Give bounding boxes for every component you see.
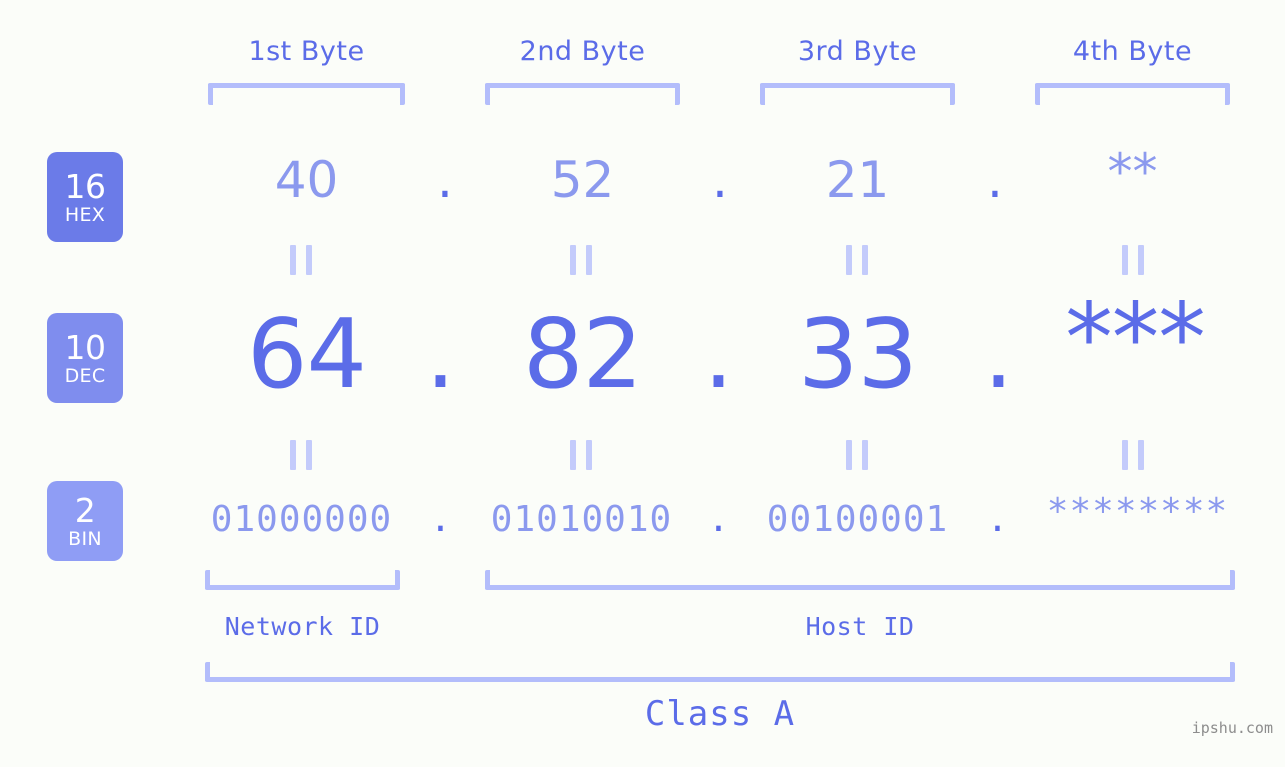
dec-separator-3: . [983,300,1013,410]
watermark: ipshu.com [1191,719,1273,737]
radix-badge-bin-number: 2 [74,490,96,530]
hex-byte-1: 40 [274,151,339,209]
radix-badge-hex-number: 16 [64,166,107,206]
equals-marker-hex-dec-2 [570,245,592,275]
radix-badge-hex: 16 HEX [47,152,123,242]
equals-marker-hex-dec-1 [290,245,312,275]
host-id-bracket [485,570,1235,590]
radix-badge-hex-abbr: HEX [64,203,106,226]
radix-badge-dec: 10 DEC [47,313,123,403]
radix-badge-dec-number: 10 [64,327,107,367]
hex-byte-3: 21 [825,151,890,209]
equals-marker-dec-bin-1 [290,440,312,470]
equals-marker-hex-dec-3 [846,245,868,275]
hex-separator-2: . [712,151,728,209]
bin-separator-1: . [429,499,453,540]
equals-marker-dec-bin-2 [570,440,592,470]
bin-byte-4: ******** [1046,491,1229,532]
bin-separator-3: . [986,499,1010,540]
byte-bracket-4 [1035,83,1230,105]
dec-separator-2: . [703,300,733,410]
network-id-label: Network ID [224,612,381,641]
byte-header-4: 4th Byte [1072,36,1193,67]
hex-byte-2: 52 [550,151,615,209]
radix-badge-dec-abbr: DEC [64,364,106,387]
equals-marker-dec-bin-4 [1122,440,1144,470]
dec-byte-1: 64 [247,300,367,410]
bin-byte-1: 01000000 [210,499,393,540]
ip-address-breakdown-diagram: 1st Byte 2nd Byte 3rd Byte 4th Byte 16 H… [0,0,1285,767]
bin-byte-2: 01010010 [490,499,673,540]
host-id-label: Host ID [805,612,915,641]
equals-marker-hex-dec-4 [1122,245,1144,275]
class-bracket [205,662,1235,682]
bin-separator-2: . [707,499,731,540]
dec-byte-2: 82 [523,300,643,410]
class-label: Class A [644,694,796,734]
dec-separator-1: . [425,300,455,410]
network-id-bracket [205,570,400,590]
byte-bracket-1 [208,83,405,105]
byte-header-2: 2nd Byte [519,36,646,67]
byte-header-3: 3rd Byte [797,36,918,67]
hex-separator-1: . [437,151,453,209]
byte-bracket-2 [485,83,680,105]
hex-byte-4: ** [1107,143,1158,201]
radix-badge-bin-abbr: BIN [68,527,102,550]
dec-byte-4: *** [1065,284,1206,394]
radix-badge-bin: 2 BIN [47,481,123,561]
bin-byte-3: 00100001 [766,499,949,540]
byte-header-1: 1st Byte [248,36,365,67]
byte-bracket-3 [760,83,955,105]
hex-separator-3: . [987,151,1003,209]
equals-marker-dec-bin-3 [846,440,868,470]
dec-byte-3: 33 [798,300,918,410]
